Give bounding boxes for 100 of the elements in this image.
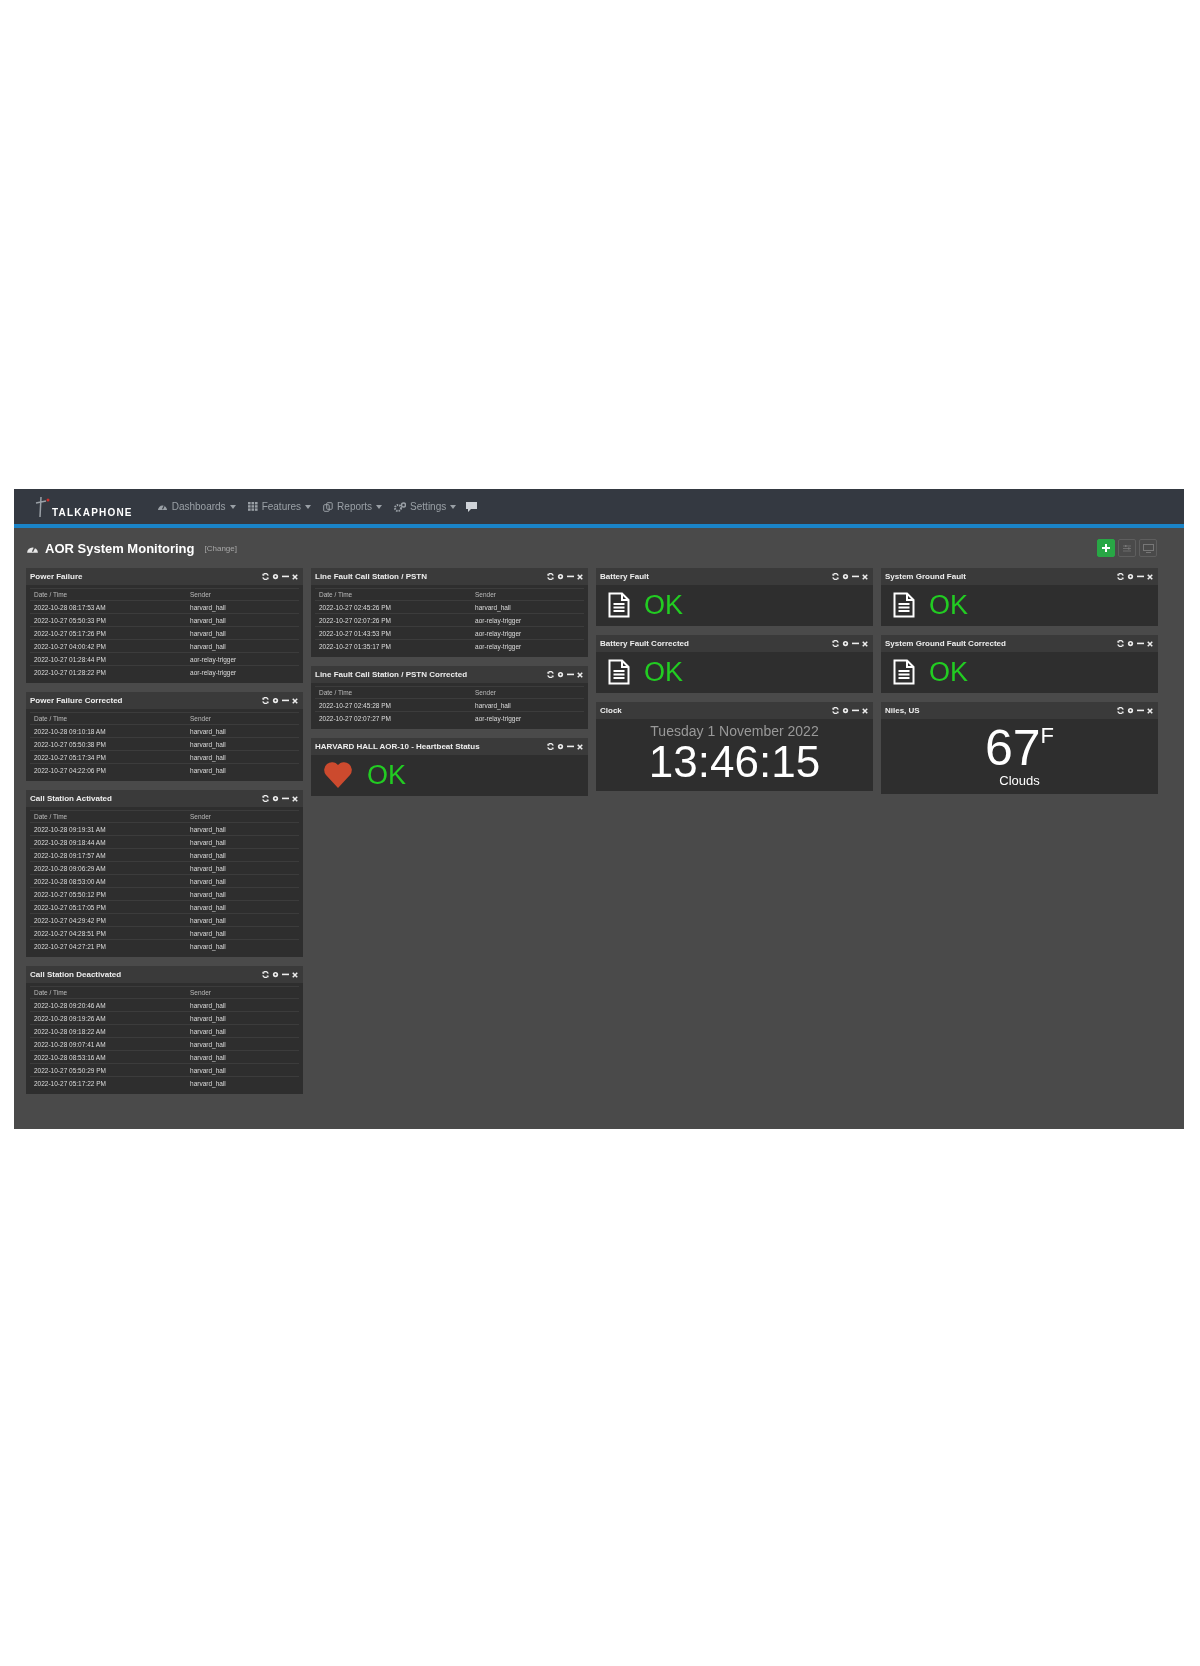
status-text: OK xyxy=(929,589,968,621)
close-icon[interactable] xyxy=(862,707,868,714)
refresh-icon[interactable] xyxy=(262,573,269,580)
close-icon[interactable] xyxy=(862,640,868,647)
minimize-icon[interactable] xyxy=(1137,573,1144,580)
widget-title: Call Station Activated xyxy=(30,794,112,803)
minimize-icon[interactable] xyxy=(282,573,289,580)
refresh-icon[interactable] xyxy=(547,743,554,750)
close-icon[interactable] xyxy=(292,795,298,802)
status-text: OK xyxy=(644,589,683,621)
widget-title: Line Fault Call Station / PSTN Corrected xyxy=(315,670,468,679)
nav-menu-item[interactable]: Dashboards xyxy=(156,501,236,512)
refresh-icon[interactable] xyxy=(262,795,269,802)
chat-icon[interactable] xyxy=(466,501,478,512)
widget-title: HARVARD HALL AOR-10 - Heartbeat Status xyxy=(315,742,480,751)
close-icon[interactable] xyxy=(292,573,298,580)
logo-icon xyxy=(34,495,50,518)
refresh-icon[interactable] xyxy=(547,573,554,580)
minimize-icon[interactable] xyxy=(852,707,859,714)
caret-icon xyxy=(305,504,312,509)
copy-icon xyxy=(323,501,334,512)
heart-icon xyxy=(323,761,353,789)
widget-title: System Ground Fault Corrected xyxy=(885,639,1006,648)
close-icon[interactable] xyxy=(1147,573,1153,580)
grid-icon xyxy=(247,502,258,511)
status-text: OK xyxy=(644,656,683,688)
settings-icon[interactable] xyxy=(1127,573,1134,580)
nav-menu-item[interactable]: Reports xyxy=(323,501,383,512)
settings-icon[interactable] xyxy=(842,707,849,714)
close-icon[interactable] xyxy=(577,671,583,678)
settings-icon[interactable] xyxy=(842,573,849,580)
close-icon[interactable] xyxy=(1147,640,1153,647)
nav-menu-item[interactable]: Settings xyxy=(394,501,457,512)
widget-title: Battery Fault Corrected xyxy=(600,639,689,648)
settings-icon[interactable] xyxy=(272,697,279,704)
minimize-icon[interactable] xyxy=(567,573,574,580)
refresh-icon[interactable] xyxy=(1117,573,1124,580)
monitor-icon xyxy=(1142,543,1154,553)
close-icon[interactable] xyxy=(577,743,583,750)
close-icon[interactable] xyxy=(292,971,298,978)
caret-icon xyxy=(229,504,236,509)
document-icon xyxy=(893,592,915,618)
refresh-icon[interactable] xyxy=(1117,707,1124,714)
close-icon[interactable] xyxy=(577,573,583,580)
clock-date: Tuesday 1 November 2022 xyxy=(650,723,819,739)
minimize-icon[interactable] xyxy=(852,573,859,580)
brand-name: TALKAPHONE xyxy=(52,506,133,518)
refresh-icon[interactable] xyxy=(262,971,269,978)
settings-icon[interactable] xyxy=(1127,707,1134,714)
change-link[interactable]: [Change] xyxy=(204,543,237,553)
close-icon[interactable] xyxy=(1147,707,1153,714)
refresh-icon[interactable] xyxy=(832,707,839,714)
document-icon xyxy=(608,659,630,685)
minimize-icon[interactable] xyxy=(1137,640,1144,647)
settings-icon[interactable] xyxy=(557,743,564,750)
refresh-icon[interactable] xyxy=(832,573,839,580)
refresh-icon[interactable] xyxy=(262,697,269,704)
dashboard-title: AOR System Monitoring xyxy=(45,540,195,556)
caret-icon xyxy=(450,504,457,509)
status-text: OK xyxy=(929,656,968,688)
widget-title: Niles, US xyxy=(885,706,920,715)
plus-icon xyxy=(1102,544,1110,552)
widget-title: Clock xyxy=(600,706,622,715)
settings-icon[interactable] xyxy=(272,573,279,580)
settings-icon[interactable] xyxy=(272,971,279,978)
add-button[interactable] xyxy=(1097,539,1115,557)
close-icon[interactable] xyxy=(862,573,868,580)
minimize-icon[interactable] xyxy=(1137,707,1144,714)
weather-condition: Clouds xyxy=(999,773,1040,788)
settings-icon[interactable] xyxy=(557,573,564,580)
refresh-icon[interactable] xyxy=(832,640,839,647)
minimize-icon[interactable] xyxy=(282,697,289,704)
minimize-icon[interactable] xyxy=(282,971,289,978)
widget-title: System Ground Fault xyxy=(885,572,966,581)
sliders-icon xyxy=(1123,543,1131,553)
minimize-icon[interactable] xyxy=(852,640,859,647)
widget-title: Battery Fault xyxy=(600,572,649,581)
document-icon xyxy=(893,659,915,685)
refresh-icon[interactable] xyxy=(547,671,554,678)
settings-icon[interactable] xyxy=(557,671,564,678)
document-icon xyxy=(608,592,630,618)
settings-icon[interactable] xyxy=(272,795,279,802)
minimize-icon[interactable] xyxy=(282,795,289,802)
temperature-unit: F xyxy=(1040,723,1055,749)
close-icon[interactable] xyxy=(292,697,298,704)
minimize-icon[interactable] xyxy=(567,743,574,750)
caret-icon xyxy=(376,504,383,509)
refresh-icon[interactable] xyxy=(1117,640,1124,647)
widget-title: Call Station Deactivated xyxy=(30,970,122,979)
clock-time: 13:46:15 xyxy=(648,739,821,786)
widget-title: Power Failure Corrected xyxy=(30,696,123,705)
minimize-icon[interactable] xyxy=(567,671,574,678)
gears-icon xyxy=(394,501,407,512)
settings-icon[interactable] xyxy=(842,640,849,647)
temperature: 67 xyxy=(984,723,1041,773)
nav-menu-item[interactable]: Features xyxy=(247,501,312,512)
widget-title: Line Fault Call Station / PSTN xyxy=(315,572,427,581)
settings-icon[interactable] xyxy=(1127,640,1134,647)
sliders-button[interactable] xyxy=(1118,539,1136,557)
widget-title: Power Failure xyxy=(30,572,83,581)
